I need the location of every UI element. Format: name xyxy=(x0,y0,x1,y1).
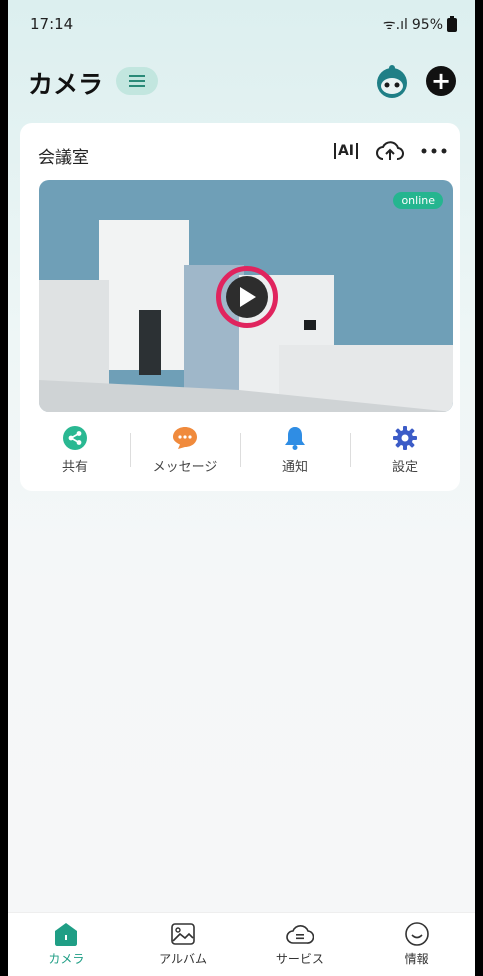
share-action[interactable]: 共有 xyxy=(20,423,130,483)
nav-album-label: アルバム xyxy=(159,952,208,966)
camera-name: 会議室 xyxy=(38,148,89,168)
info-smile-icon xyxy=(404,922,429,946)
nav-camera[interactable]: カメラ xyxy=(8,913,125,976)
page-title: カメラ xyxy=(28,70,104,99)
ai-button[interactable]: AI xyxy=(332,137,360,165)
phone-screen: 17:14 ᯤ.ıl 95% カメラ + 会議室 AI online 共有 メッ… xyxy=(8,0,475,976)
robot-icon xyxy=(377,65,407,98)
more-button[interactable] xyxy=(420,137,448,165)
ai-icon: AI xyxy=(333,143,359,159)
assistant-robot-button[interactable] xyxy=(374,63,410,99)
view-toggle-button[interactable] xyxy=(116,67,158,95)
gear-icon xyxy=(393,426,417,450)
camera-home-icon xyxy=(55,923,78,946)
message-icon xyxy=(173,427,197,449)
status-time: 17:14 xyxy=(30,15,74,33)
camera-actions: 共有 メッセージ 通知 設定 xyxy=(20,423,460,483)
notification-label: 通知 xyxy=(281,460,308,475)
camera-card[interactable]: 会議室 AI online 共有 メッセージ 通知 設定 xyxy=(20,123,460,491)
nav-album[interactable]: アルバム xyxy=(125,913,242,976)
album-icon xyxy=(171,923,195,945)
battery-percent: 95% xyxy=(411,16,443,33)
signal-icon: ᯤ.ıl xyxy=(382,17,408,33)
status-badge: online xyxy=(393,192,443,209)
camera-toolbar: AI xyxy=(332,137,448,165)
plus-icon: + xyxy=(430,67,452,95)
message-label: メッセージ xyxy=(152,460,218,475)
nav-service-label: サービス xyxy=(275,952,324,966)
share-icon xyxy=(63,426,87,450)
battery-icon xyxy=(447,15,457,32)
nav-info-label: 情報 xyxy=(404,952,429,966)
nav-camera-label: カメラ xyxy=(48,952,85,966)
app-header: カメラ + xyxy=(8,60,475,104)
camera-preview[interactable]: online xyxy=(39,180,453,412)
cloud-upload-button[interactable] xyxy=(376,137,404,165)
bell-icon xyxy=(285,427,305,450)
service-icon xyxy=(286,925,314,944)
cloud-upload-icon xyxy=(376,141,404,160)
notification-action[interactable]: 通知 xyxy=(240,423,350,483)
play-icon xyxy=(240,287,256,307)
nav-info[interactable]: 情報 xyxy=(358,913,475,976)
message-action[interactable]: メッセージ xyxy=(130,423,240,483)
nav-service[interactable]: サービス xyxy=(242,913,359,976)
settings-action[interactable]: 設定 xyxy=(350,423,460,483)
add-camera-button[interactable]: + xyxy=(426,66,456,96)
play-icon-circle xyxy=(226,276,268,318)
more-dots-icon xyxy=(421,148,447,154)
menu-icon xyxy=(129,75,145,87)
settings-label: 設定 xyxy=(391,460,418,475)
status-bar: 17:14 ᯤ.ıl 95% xyxy=(8,0,475,40)
status-indicators: ᯤ.ıl 95% xyxy=(383,15,457,34)
bottom-nav: カメラ アルバム サービス 情報 xyxy=(8,912,475,976)
play-button[interactable] xyxy=(216,266,278,328)
share-label: 共有 xyxy=(61,460,88,475)
